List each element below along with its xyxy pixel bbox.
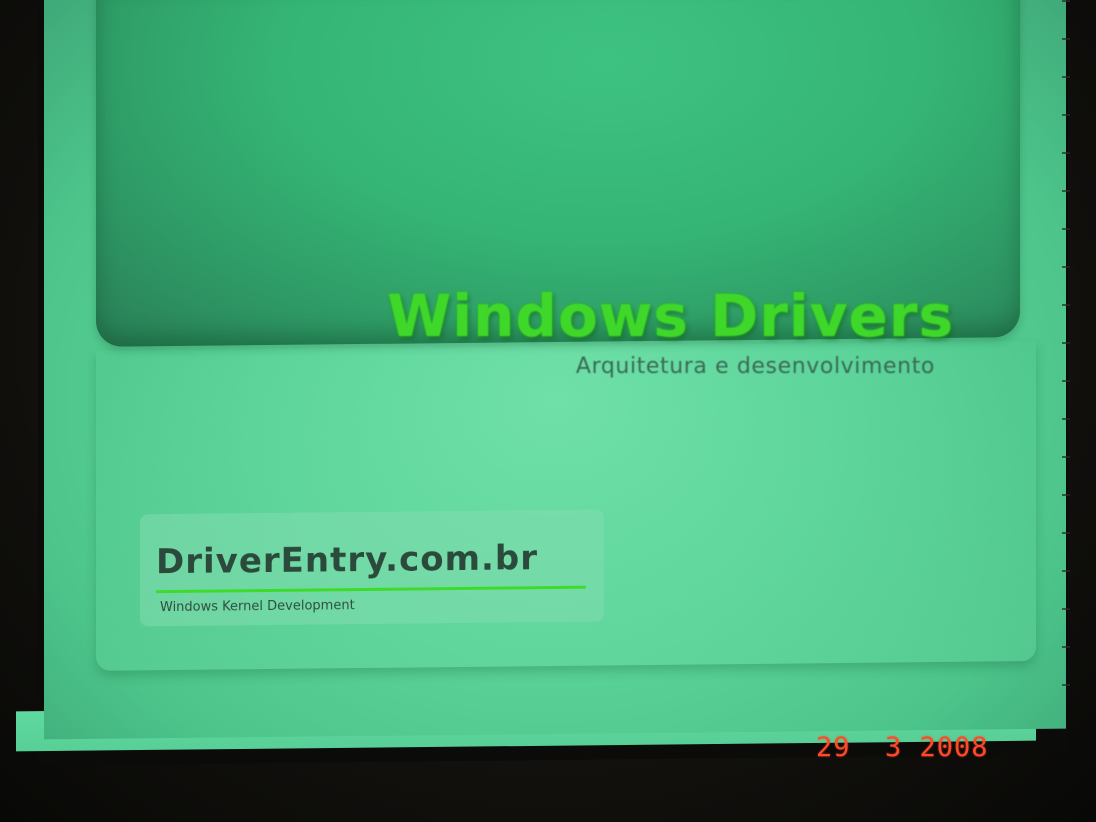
logo-underline <box>156 585 586 594</box>
logo-tagline: Windows Kernel Development <box>160 598 355 616</box>
slide-subtitle: Arquitetura e desenvolvimento <box>575 354 935 379</box>
projector-photo: DriverEntry.com.br Windows Kernel Develo… <box>0 0 1096 822</box>
screen-edge-grommets <box>1062 0 1070 720</box>
driverentry-logo: DriverEntry.com.br Windows Kernel Develo… <box>140 509 604 627</box>
camera-date-stamp: 29 3 2008 <box>816 732 989 763</box>
slide-title: Windows Drivers <box>387 282 954 350</box>
logo-name: DriverEntry.com.br <box>156 538 539 583</box>
